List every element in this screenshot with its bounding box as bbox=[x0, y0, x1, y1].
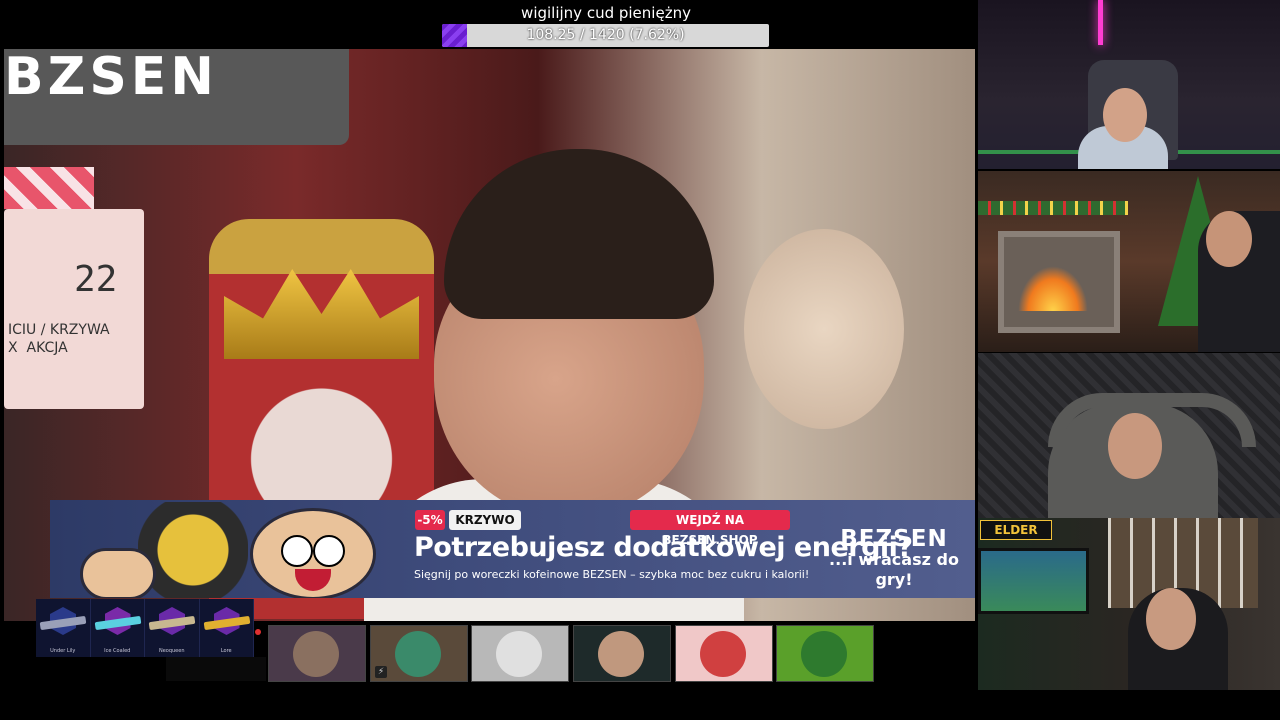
goal-progress-text: 108.25 / 1420 (7.62%) bbox=[526, 27, 685, 43]
viewer-tile[interactable] bbox=[573, 625, 671, 682]
live-dot-icon bbox=[255, 629, 261, 635]
caffeine-pouch-can-icon bbox=[138, 502, 248, 598]
pepe-avatar-icon bbox=[801, 631, 847, 677]
aquarium bbox=[978, 548, 1089, 614]
skin-card: Under Lily bbox=[36, 599, 91, 657]
ad-banner[interactable]: -5% KRZYWO WEJDŹ NA BEZSEN.SHOP Potrzebu… bbox=[50, 500, 975, 598]
ad-tagline: ...i wracasz do gry! bbox=[829, 550, 959, 589]
ad-subtext: Sięgnij po woreczki kofeinowe BEZSEN – s… bbox=[414, 568, 810, 581]
wall-sign: BZSEN bbox=[4, 49, 349, 145]
discount-badge: -5% bbox=[415, 510, 445, 530]
viewer-avatar bbox=[598, 631, 644, 677]
side-camera-4: ELDER bbox=[978, 518, 1280, 690]
skins-strip: Under Lily Ice Coaled Neoqueen Lore bbox=[36, 599, 254, 657]
viewer-badge-icon: ⚡ bbox=[375, 666, 387, 678]
skin-card: Ice Coaled bbox=[91, 599, 145, 657]
viewer-avatar bbox=[395, 631, 441, 677]
mascot-head bbox=[250, 508, 376, 598]
mascot-eye bbox=[281, 535, 313, 567]
viewer-avatar bbox=[496, 631, 542, 677]
streamer-face bbox=[1146, 588, 1196, 650]
skin-name: Neoqueen bbox=[158, 648, 185, 654]
side-camera-2 bbox=[978, 171, 1280, 352]
neon-light bbox=[1098, 0, 1103, 45]
clapper-text: ICIU / KRZYWA X AKCJA bbox=[8, 322, 110, 356]
promo-code-badge: KRZYWO bbox=[449, 510, 521, 530]
bottom-letterbox bbox=[0, 690, 1280, 720]
viewer-avatar bbox=[293, 631, 339, 677]
shop-cta-badge[interactable]: WEJDŹ NA BEZSEN.SHOP bbox=[630, 510, 790, 547]
mascot-mouth bbox=[295, 569, 331, 591]
fur-decoration bbox=[744, 229, 904, 429]
viewer-tile[interactable] bbox=[776, 625, 874, 682]
clapper-number: 22 bbox=[74, 259, 118, 300]
streamer-face bbox=[1103, 88, 1147, 142]
viewer-tile[interactable] bbox=[675, 625, 773, 682]
viewer-tile[interactable] bbox=[471, 625, 569, 682]
mascot-fist bbox=[80, 548, 156, 598]
side-camera-3 bbox=[978, 353, 1280, 518]
mascot-eye bbox=[313, 535, 345, 567]
viewer-avatar bbox=[700, 631, 746, 677]
streamer-face bbox=[1206, 211, 1252, 267]
channel-logo: ELDER bbox=[980, 520, 1052, 540]
viewer-tile[interactable]: ⚡ bbox=[370, 625, 468, 682]
clapperboard: 22 ICIU / KRZYWA X AKCJA bbox=[4, 209, 144, 409]
streamer-face bbox=[1108, 413, 1162, 479]
skins-strip-shadow bbox=[166, 657, 266, 681]
skin-card: Lore bbox=[200, 599, 254, 657]
christmas-garland bbox=[978, 201, 1128, 215]
clapperboard-stripes bbox=[4, 167, 94, 209]
streamer-hair bbox=[444, 149, 714, 319]
skin-name: Under Lily bbox=[50, 648, 76, 654]
fire-icon bbox=[1018, 266, 1088, 311]
viewer-tile[interactable] bbox=[268, 625, 366, 682]
ad-brand-logo: BEZSEN bbox=[840, 526, 948, 552]
stream-layout: wigilijny cud pieniężny 108.25 / 1420 (7… bbox=[0, 0, 1280, 720]
goal-title: wigilijny cud pieniężny bbox=[521, 4, 691, 22]
goal-progress-bar: 108.25 / 1420 (7.62%) bbox=[442, 24, 769, 47]
skin-name: Lore bbox=[220, 648, 232, 654]
skin-card: Neoqueen bbox=[145, 599, 200, 657]
skin-name: Ice Coaled bbox=[104, 648, 131, 654]
ad-headline: Potrzebujesz dodatkowej energii? bbox=[414, 532, 913, 563]
ad-mascot-illustration bbox=[60, 502, 400, 598]
side-camera-1 bbox=[978, 0, 1280, 169]
